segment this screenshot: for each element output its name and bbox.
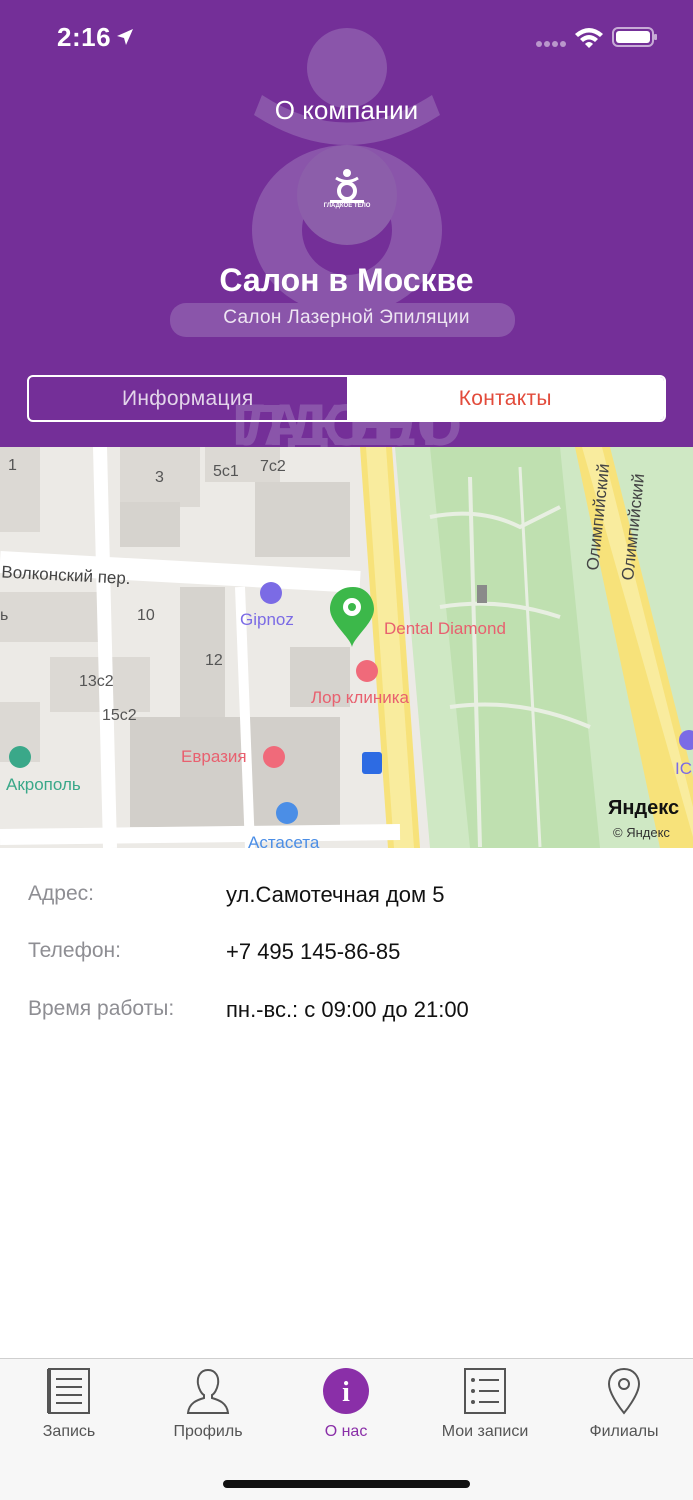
shop-poi-icon[interactable] (276, 802, 298, 824)
segment-contacts[interactable]: Контакты (346, 377, 664, 420)
map-building-number: 7с2 (260, 458, 286, 475)
phone-row: Телефон: +7 495 145-86-85 (0, 939, 693, 979)
status-time: 2:16 (57, 22, 112, 52)
map-copyright[interactable]: © Яндекс (613, 825, 670, 840)
salon-name: Салон в Москве (219, 262, 474, 298)
map-view[interactable]: 1 3 5с1 7с2 1-й Волконский пер. ь 10 12 … (0, 447, 693, 848)
wifi-icon (575, 28, 603, 48)
map-building-number: 13с2 (79, 673, 114, 690)
map-building-number: 12 (205, 652, 223, 669)
map-poi-lor-clinic[interactable]: Лор клиника (311, 688, 409, 708)
map-building-number: 5с1 (213, 463, 239, 480)
address-value[interactable]: ул.Самотечная дом 5 (226, 882, 444, 908)
list-icon (464, 1368, 506, 1414)
map-poi-akropol[interactable]: Акрополь (6, 775, 81, 795)
map-poi-ic[interactable]: IC (675, 759, 692, 779)
battery-icon (612, 27, 657, 47)
hotel-poi-icon[interactable] (260, 582, 282, 604)
screen-title: О компании (274, 95, 419, 125)
map-building-number: 15с2 (102, 707, 137, 724)
hours-row: Время работы: пн.-вс.: с 09:00 до 21:00 (0, 997, 693, 1037)
map-poi-astaseta[interactable]: Астасета (248, 833, 319, 848)
hours-value: пн.-вс.: с 09:00 до 21:00 (226, 997, 469, 1022)
hospital-poi-icon[interactable] (263, 746, 285, 768)
logo-text: ГЛАДКОЕ ТЕЛО (323, 203, 371, 209)
tab-label: Мои записи (441, 1423, 529, 1440)
document-icon (47, 1368, 90, 1414)
tab-branches[interactable]: Филиалы (564, 1367, 684, 1447)
map-building-number: 1 (8, 457, 17, 474)
address-row: Адрес: ул.Самотечная дом 5 (0, 882, 693, 922)
person-icon (186, 1368, 230, 1414)
map-edge-letter: ь (0, 607, 9, 624)
tab-label: Филиалы (589, 1423, 659, 1440)
map-building-number: 3 (155, 469, 164, 486)
map-poi-gipnoz[interactable]: Gipnoz (240, 610, 294, 630)
map-pin-icon (607, 1367, 641, 1415)
tab-booking[interactable]: Запись (9, 1367, 129, 1447)
metro-icon[interactable] (362, 752, 382, 774)
tab-about[interactable]: i О нас (286, 1367, 406, 1447)
status-bar: 2:16 (0, 0, 693, 80)
signal-icon (536, 41, 566, 47)
tab-profile[interactable]: Профиль (148, 1367, 268, 1447)
phone-label: Телефон: (28, 939, 121, 962)
info-icon: i (323, 1368, 369, 1414)
map-poi-evrazia[interactable]: Евразия (181, 747, 247, 767)
logo-figure-icon (330, 169, 364, 203)
map-poi-dental-diamond[interactable]: Dental Diamond (384, 619, 506, 639)
address-label: Адрес: (28, 882, 94, 905)
segment-information[interactable]: Информация (29, 377, 347, 420)
tab-label: Запись (42, 1423, 96, 1440)
tab-my-bookings[interactable]: Мои записи (425, 1367, 545, 1447)
location-arrow-icon (117, 29, 133, 45)
phone-value[interactable]: +7 495 145-86-85 (226, 939, 400, 965)
salon-subtitle: Салон Лазерной Эпиляции (223, 307, 470, 328)
tab-bar: Запись Профиль i О нас Мои записи Филиал… (0, 1358, 693, 1500)
monument-icon (477, 585, 487, 603)
tab-label: О нас (324, 1423, 368, 1440)
home-indicator[interactable] (223, 1480, 470, 1488)
yandex-logo[interactable]: Яндекс (608, 797, 679, 820)
museum-poi-icon[interactable] (9, 746, 31, 768)
hours-label: Время работы: (28, 997, 175, 1020)
salon-location-pin-icon[interactable] (330, 587, 374, 647)
map-building-number: 10 (137, 607, 155, 624)
info-contacts-segmented-control: Информация Контакты (27, 375, 666, 422)
header: ГЛАДКОЕ ТЕЛО 2:16 О компании ГЛАДКОЕ ТЕЛ… (0, 0, 693, 447)
clinic-poi-icon[interactable] (356, 660, 378, 682)
svg-text:i: i (342, 1377, 350, 1408)
tab-label: Профиль (173, 1423, 243, 1440)
